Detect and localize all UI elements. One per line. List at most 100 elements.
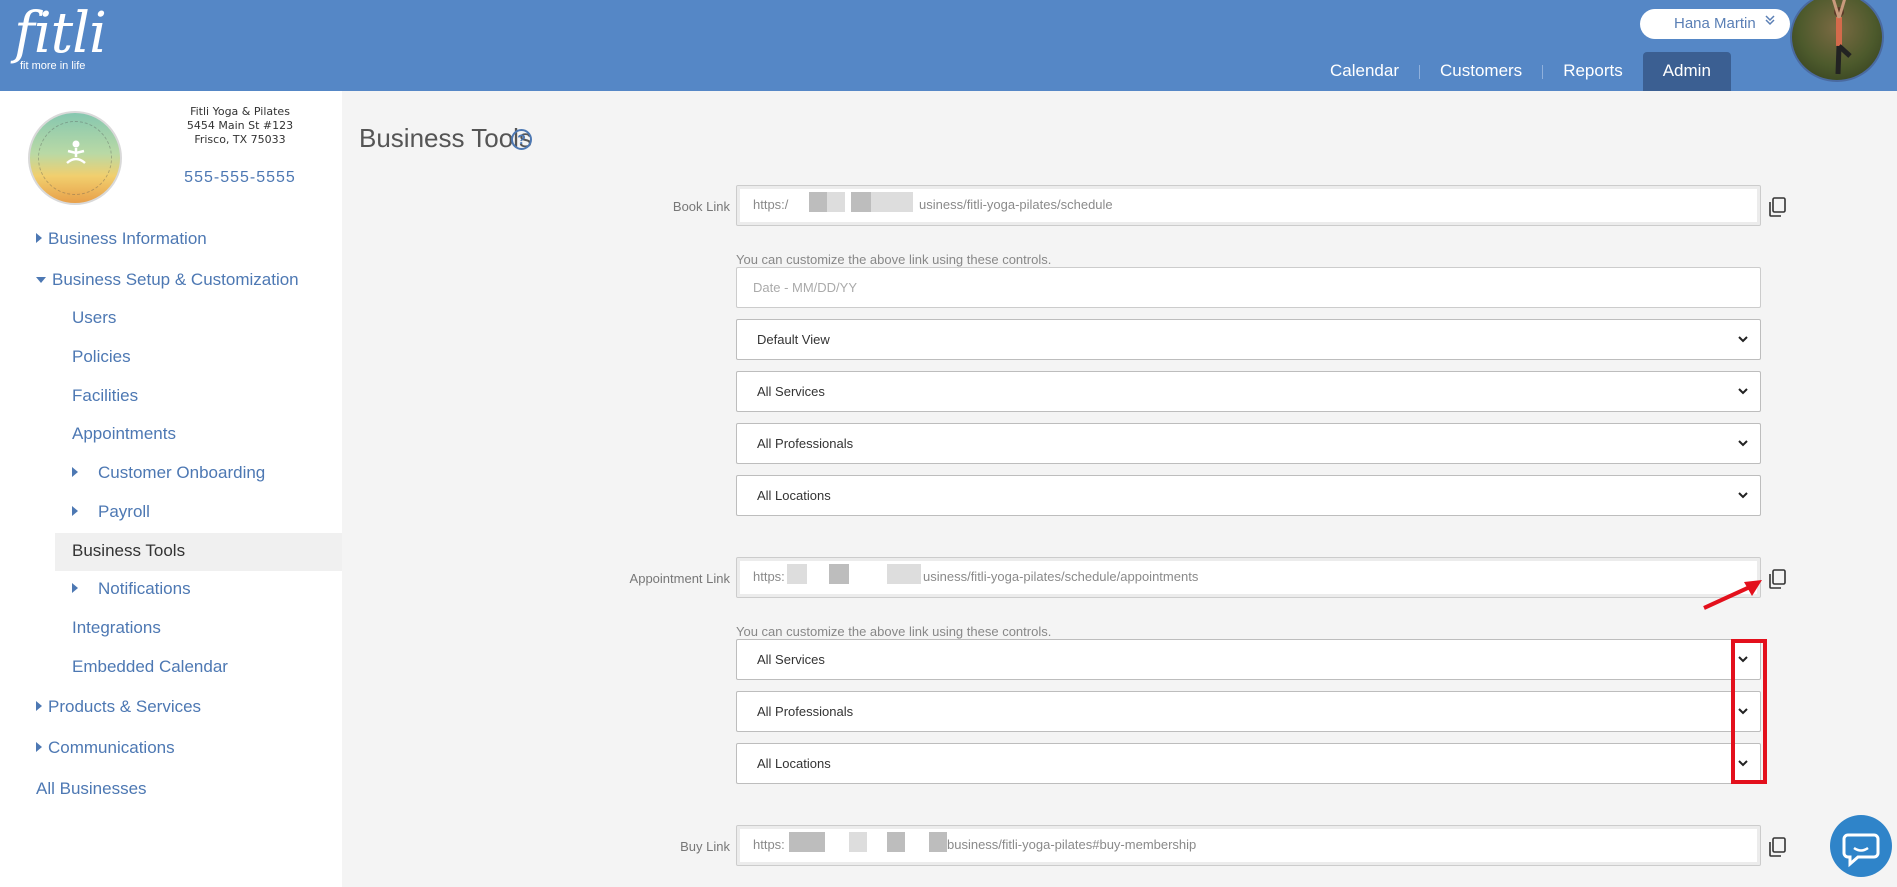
business-logo	[28, 111, 122, 205]
chevron-down-icon	[1738, 492, 1748, 499]
sidebar-item-business-information[interactable]: Business Information	[36, 229, 207, 249]
locations-select[interactable]: All Locations	[736, 475, 1761, 516]
select-value: Default View	[757, 332, 830, 347]
copy-buy-link-icon[interactable]	[1766, 836, 1788, 858]
nav-customers[interactable]: Customers	[1420, 52, 1542, 91]
nav-calendar[interactable]: Calendar	[1310, 52, 1419, 91]
user-name: Hana Martin	[1674, 15, 1756, 32]
sidebar-item-notifications[interactable]: Notifications	[72, 579, 191, 599]
appointment-services-select[interactable]: All Services	[736, 639, 1761, 680]
sidebar-item-embedded-calendar[interactable]: Embedded Calendar	[72, 657, 228, 677]
sidebar-item-policies[interactable]: Policies	[72, 347, 131, 367]
redacted-block	[787, 564, 807, 584]
page-title: Business Tools	[359, 123, 532, 153]
top-bar: fitli fit more in life Hana Martin Calen…	[0, 0, 1897, 91]
select-value: All Locations	[757, 488, 831, 503]
sidebar-item-users[interactable]: Users	[72, 308, 116, 328]
redacted-block	[929, 832, 947, 852]
business-address-line1: 5454 Main St #123	[186, 119, 294, 132]
sidebar-item-label: Payroll	[98, 502, 150, 521]
sidebar-item-products-services[interactable]: Products & Services	[36, 697, 201, 717]
appointment-locations-select[interactable]: All Locations	[736, 743, 1761, 784]
redacted-block	[851, 192, 871, 212]
book-link-label: Book Link	[672, 199, 730, 214]
date-placeholder: Date - MM/DD/YY	[753, 280, 858, 295]
yoga-figure-icon	[66, 140, 86, 164]
help-icon[interactable]: ?	[511, 129, 532, 150]
chat-bubble-icon	[1842, 833, 1880, 868]
book-link-field[interactable]: https:/ usiness/fitli-yoga-pilates/sched…	[736, 185, 1761, 226]
select-value: All Professionals	[757, 704, 854, 719]
select-value: All Locations	[757, 756, 831, 771]
business-phone: 555-555-5555	[184, 169, 296, 186]
chevron-down-icon	[1738, 440, 1748, 447]
redacted-block	[827, 192, 845, 212]
appointment-professionals-select[interactable]: All Professionals	[736, 691, 1761, 732]
sidebar-item-facilities[interactable]: Facilities	[72, 386, 138, 406]
sidebar-item-business-setup[interactable]: Business Setup & Customization	[36, 270, 299, 290]
default-view-select[interactable]: Default View	[736, 319, 1761, 360]
buy-link-prefix: https:	[753, 837, 785, 852]
redacted-block	[871, 192, 913, 212]
redacted-block	[887, 832, 905, 852]
sidebar-item-label: Notifications	[98, 579, 191, 598]
redacted-block	[849, 832, 867, 852]
sidebar-item-communications[interactable]: Communications	[36, 738, 175, 758]
caret-right-icon	[72, 583, 78, 593]
book-link-path: usiness/fitli-yoga-pilates/schedule	[919, 197, 1113, 212]
redacted-block	[887, 564, 921, 584]
appointment-link-field[interactable]: https: usiness/fitli-yoga-pilates/schedu…	[736, 557, 1761, 598]
sidebar-item-label: Business Information	[48, 229, 207, 248]
appointment-link-prefix: https:	[753, 569, 785, 584]
caret-right-icon	[72, 467, 78, 477]
caret-right-icon	[36, 233, 42, 243]
services-select[interactable]: All Services	[736, 371, 1761, 412]
chevron-down-icon	[1738, 388, 1748, 395]
caret-right-icon	[36, 742, 42, 752]
select-value: All Services	[757, 652, 825, 667]
sidebar-item-all-businesses[interactable]: All Businesses	[36, 779, 147, 799]
sidebar-item-label: Communications	[48, 738, 175, 757]
date-input[interactable]: Date - MM/DD/YY	[736, 267, 1761, 308]
book-link-hint: You can customize the above link using t…	[736, 252, 1052, 267]
sidebar-item-label: Business Setup & Customization	[52, 270, 299, 289]
redacted-block	[809, 192, 827, 212]
caret-right-icon	[72, 506, 78, 516]
buy-link-label: Buy Link	[680, 839, 730, 854]
nav-admin[interactable]: Admin	[1642, 52, 1731, 91]
appointment-link-label: Appointment Link	[629, 571, 730, 586]
chevron-down-icon	[1738, 336, 1748, 343]
main-nav: Calendar Customers Reports Admin	[1310, 52, 1731, 91]
sidebar-item-business-tools[interactable]: Business Tools	[72, 541, 185, 561]
appointment-link-path: usiness/fitli-yoga-pilates/schedule/appo…	[923, 569, 1199, 584]
redacted-block	[789, 832, 825, 852]
logo-word: fitli	[14, 1, 107, 66]
sidebar-item-payroll[interactable]: Payroll	[72, 502, 150, 522]
annotation-arrow-icon	[1703, 580, 1762, 610]
select-value: All Professionals	[757, 436, 854, 451]
business-address: Fitli Yoga & Pilates 5454 Main St #123 F…	[160, 105, 320, 147]
buy-link-path: business/fitli-yoga-pilates#buy-membersh…	[947, 837, 1197, 852]
caret-down-icon	[36, 277, 46, 283]
sidebar-item-label: Products & Services	[48, 697, 202, 716]
sidebar-item-integrations[interactable]: Integrations	[72, 618, 161, 638]
business-address-line2: Frisco, TX 75033	[194, 133, 286, 146]
user-menu-button[interactable]: Hana Martin	[1640, 9, 1790, 39]
fitli-logo[interactable]: fitli fit more in life	[14, 1, 107, 73]
avatar[interactable]	[1790, 0, 1884, 82]
chat-button[interactable]	[1830, 815, 1892, 877]
nav-reports[interactable]: Reports	[1543, 52, 1643, 91]
copy-book-link-icon[interactable]	[1766, 196, 1788, 218]
chevron-down-icon	[1765, 14, 1775, 29]
sidebar-item-appointments[interactable]: Appointments	[72, 424, 176, 444]
copy-appointment-link-icon[interactable]	[1766, 568, 1788, 590]
buy-link-field[interactable]: https: business/fitli-yoga-pilates#buy-m…	[736, 825, 1761, 866]
business-name: Fitli Yoga & Pilates	[190, 105, 290, 118]
appointment-link-hint: You can customize the above link using t…	[736, 624, 1052, 639]
sidebar-item-label: Customer Onboarding	[98, 463, 266, 482]
annotation-highlight-box	[1731, 639, 1767, 784]
caret-right-icon	[36, 701, 42, 711]
sidebar-item-customer-onboarding[interactable]: Customer Onboarding	[72, 463, 265, 483]
book-link-prefix: https:/	[753, 197, 789, 212]
professionals-select[interactable]: All Professionals	[736, 423, 1761, 464]
